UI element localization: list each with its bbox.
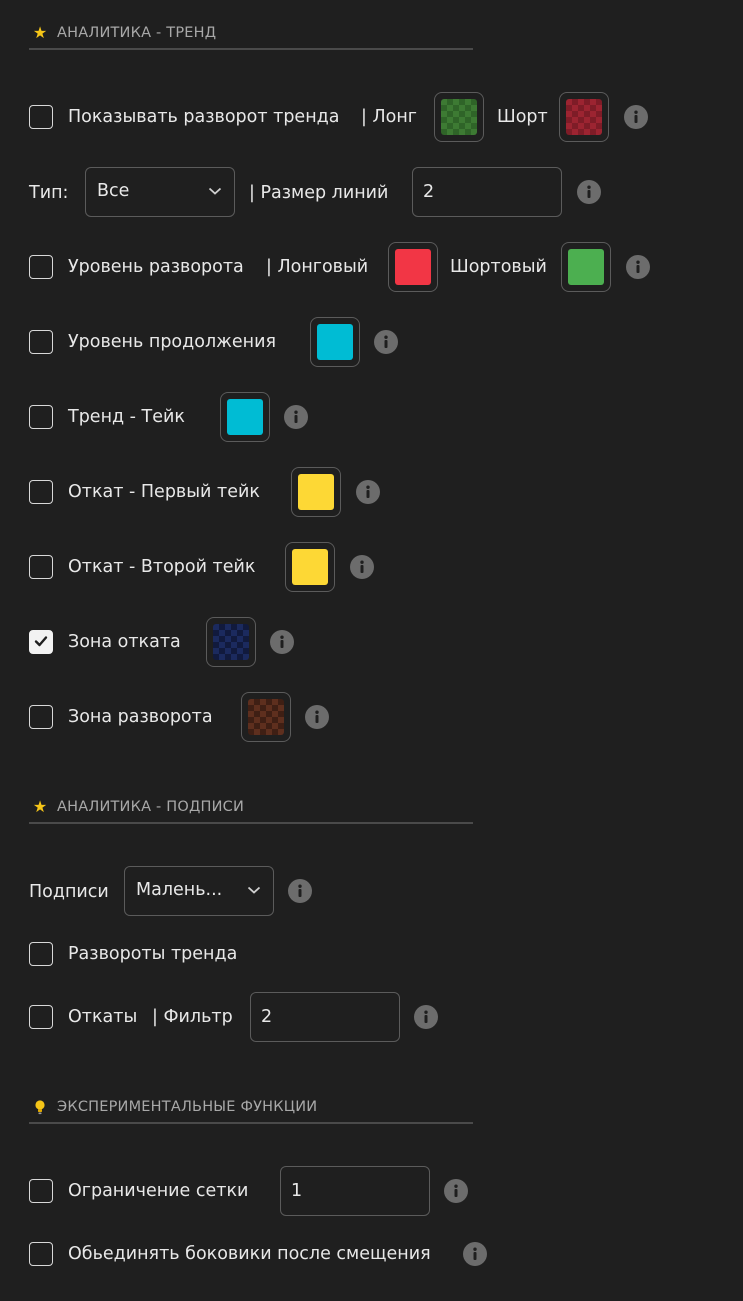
reversal-short-color-swatch[interactable]: [561, 242, 611, 292]
grid-limit-input[interactable]: [280, 1166, 430, 1216]
section-title: АНАЛИТИКА - ПОДПИСИ: [57, 799, 245, 815]
short-color-swatch[interactable]: [559, 92, 609, 142]
pullback-second-color-swatch[interactable]: [285, 542, 335, 592]
info-icon[interactable]: [270, 630, 294, 654]
long-color-swatch[interactable]: [434, 92, 484, 142]
chevron-down-icon: [208, 187, 222, 195]
long-label: | Лонг: [361, 107, 417, 127]
reversal-level-label: Уровень разворота: [68, 257, 244, 277]
pullback-first-label: Откат - Первый тейк: [68, 482, 260, 502]
info-icon[interactable]: [624, 105, 648, 129]
type-select-value: Все: [97, 181, 130, 201]
pullback-zone-color-swatch[interactable]: [206, 617, 256, 667]
pullback-second-color-fill: [292, 549, 328, 585]
info-icon[interactable]: [356, 480, 380, 504]
pullback-zone-checkbox[interactable]: [29, 630, 53, 654]
grid-limit-label: Ограничение сетки: [68, 1181, 249, 1201]
merge-sideways-checkbox[interactable]: [29, 1242, 53, 1266]
grid-limit-checkbox[interactable]: [29, 1179, 53, 1203]
info-icon[interactable]: [305, 705, 329, 729]
section-header-experimental: ЭКСПЕРИМЕНТАЛЬНЫЕ ФУНКЦИИ: [29, 1096, 473, 1124]
pullback-first-color-fill: [298, 474, 334, 510]
section-title: АНАЛИТИКА - ТРЕНД: [57, 25, 217, 41]
long-level-label: | Лонговый: [266, 257, 369, 277]
captions-size-select[interactable]: Малень...: [124, 866, 274, 916]
star-icon: ★: [32, 797, 48, 816]
trend-take-color-fill: [227, 399, 263, 435]
long-color-fill: [441, 99, 477, 135]
short-color-fill: [566, 99, 602, 135]
reversal-zone-color-swatch[interactable]: [241, 692, 291, 742]
type-label: Тип:: [29, 183, 69, 203]
lightbulb-icon: [31, 1098, 49, 1116]
trend-reversals-label: Развороты тренда: [68, 944, 238, 964]
pullback-first-checkbox[interactable]: [29, 480, 53, 504]
show-reversal-label: Показывать разворот тренда: [68, 107, 340, 127]
pullbacks-label: Откаты: [68, 1007, 138, 1027]
trend-reversals-checkbox[interactable]: [29, 942, 53, 966]
section-title: ЭКСПЕРИМЕНТАЛЬНЫЕ ФУНКЦИИ: [57, 1099, 318, 1115]
reversal-long-color-fill: [395, 249, 431, 285]
checkmark-icon: [34, 636, 48, 647]
continuation-level-checkbox[interactable]: [29, 330, 53, 354]
pullback-second-label: Откат - Второй тейк: [68, 557, 256, 577]
pullbacks-checkbox[interactable]: [29, 1005, 53, 1029]
line-size-input[interactable]: [412, 167, 562, 217]
pullback-zone-color-fill: [213, 624, 249, 660]
reversal-zone-label: Зона разворота: [68, 707, 213, 727]
pullback-second-checkbox[interactable]: [29, 555, 53, 579]
line-size-label: | Размер линий: [249, 183, 389, 203]
section-header-labels: ★ АНАЛИТИКА - ПОДПИСИ: [29, 796, 473, 824]
reversal-short-color-fill: [568, 249, 604, 285]
reversal-zone-color-fill: [248, 699, 284, 735]
captions-label: Подписи: [29, 882, 109, 902]
short-level-label: Шортовый: [450, 257, 547, 277]
info-icon[interactable]: [577, 180, 601, 204]
info-icon[interactable]: [444, 1179, 468, 1203]
continuation-color-swatch[interactable]: [310, 317, 360, 367]
trend-take-color-swatch[interactable]: [220, 392, 270, 442]
pullback-first-color-swatch[interactable]: [291, 467, 341, 517]
show-reversal-checkbox[interactable]: [29, 105, 53, 129]
type-select[interactable]: Все: [85, 167, 235, 217]
continuation-color-fill: [317, 324, 353, 360]
captions-select-value: Малень...: [136, 880, 223, 900]
filter-input[interactable]: [250, 992, 400, 1042]
info-icon[interactable]: [288, 879, 312, 903]
filter-label: | Фильтр: [152, 1007, 233, 1027]
star-icon: ★: [32, 23, 48, 42]
continuation-level-label: Уровень продолжения: [68, 332, 277, 352]
reversal-long-color-swatch[interactable]: [388, 242, 438, 292]
info-icon[interactable]: [374, 330, 398, 354]
merge-sideways-label: Обьединять боковики после смещения: [68, 1244, 431, 1264]
pullback-zone-label: Зона отката: [68, 632, 181, 652]
trend-take-label: Тренд - Тейк: [68, 407, 185, 427]
reversal-level-checkbox[interactable]: [29, 255, 53, 279]
section-header-trend: ★ АНАЛИТИКА - ТРЕНД: [29, 22, 473, 50]
short-label: Шорт: [497, 107, 548, 127]
trend-take-checkbox[interactable]: [29, 405, 53, 429]
info-icon[interactable]: [414, 1005, 438, 1029]
info-icon[interactable]: [626, 255, 650, 279]
info-icon[interactable]: [463, 1242, 487, 1266]
info-icon[interactable]: [350, 555, 374, 579]
info-icon[interactable]: [284, 405, 308, 429]
reversal-zone-checkbox[interactable]: [29, 705, 53, 729]
chevron-down-icon: [247, 886, 261, 894]
